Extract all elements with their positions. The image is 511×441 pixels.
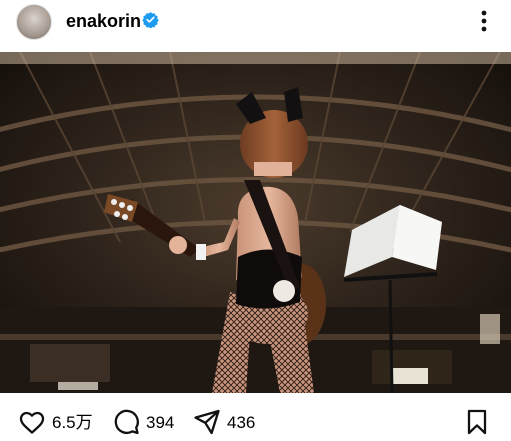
profile-avatar[interactable]: [16, 4, 52, 40]
more-options-icon[interactable]: [474, 8, 494, 34]
username[interactable]: enakorin: [66, 11, 141, 31]
paper-plane-icon[interactable]: [193, 408, 221, 436]
like-count[interactable]: 6.5万: [52, 413, 93, 433]
photo-illustration: [0, 52, 511, 393]
verified-badge-icon: [142, 12, 159, 28]
post-actions-bar: 6.5万 394 436: [0, 400, 511, 441]
comment-count[interactable]: 394: [146, 413, 174, 433]
comment-bubble-icon[interactable]: [112, 408, 140, 436]
heart-icon[interactable]: [18, 408, 46, 436]
bookmark-icon[interactable]: [463, 408, 491, 436]
post-photo[interactable]: [0, 52, 511, 393]
post-header: enakorin: [0, 0, 511, 52]
share-count[interactable]: 436: [227, 413, 255, 433]
